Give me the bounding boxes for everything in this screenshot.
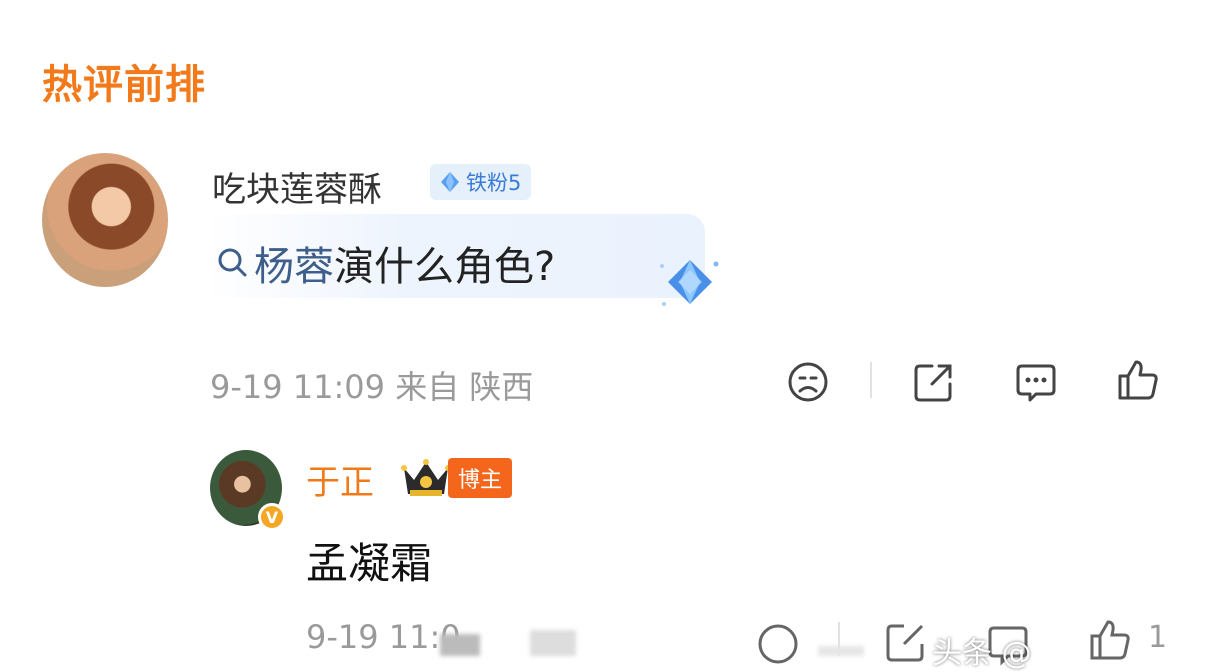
watermark: 头条 @ [932, 636, 1032, 671]
search-link[interactable]: 杨蓉 [254, 234, 334, 292]
comment-body: 演什么角色? [334, 244, 556, 290]
reply-share-icon[interactable] [884, 620, 928, 664]
reply-text: 孟凝霜 [306, 539, 433, 588]
reply-like-count: 1 [1148, 620, 1168, 655]
crown-icon [401, 459, 451, 496]
like-icon[interactable] [1116, 358, 1160, 402]
sad-face-icon[interactable] [786, 360, 830, 404]
reply-sad-face-icon[interactable] [756, 622, 800, 666]
action-divider [870, 362, 872, 398]
section-title: 热评前排 [42, 62, 206, 108]
search-icon [218, 248, 247, 277]
fan-badge: 铁粉5 [430, 164, 532, 200]
blurred-area [530, 630, 576, 656]
comment-icon[interactable] [1014, 360, 1058, 404]
diamond-decoration-icon [660, 260, 719, 306]
share-icon[interactable] [912, 360, 956, 404]
commenter-username[interactable]: 吃块莲蓉酥 [212, 162, 382, 211]
reply-meta: 9-19 11:0 [306, 618, 461, 656]
blurred-area [818, 646, 864, 656]
reply-like-icon[interactable] [1088, 618, 1132, 662]
blogger-badge: 博主 [400, 456, 513, 500]
fan-badge-label: 铁粉5 [466, 171, 522, 195]
blogger-tag: 博主 [448, 458, 513, 498]
verified-badge-icon: V [258, 503, 286, 531]
blurred-area [440, 634, 480, 656]
diamond-icon [441, 172, 459, 192]
replier-username[interactable]: 于正 [306, 455, 374, 504]
comment-text: 杨蓉 演什么角色? [216, 234, 555, 292]
comment-meta: 9-19 11:09 来自 陕西 [210, 368, 534, 406]
commenter-avatar[interactable] [42, 153, 168, 287]
